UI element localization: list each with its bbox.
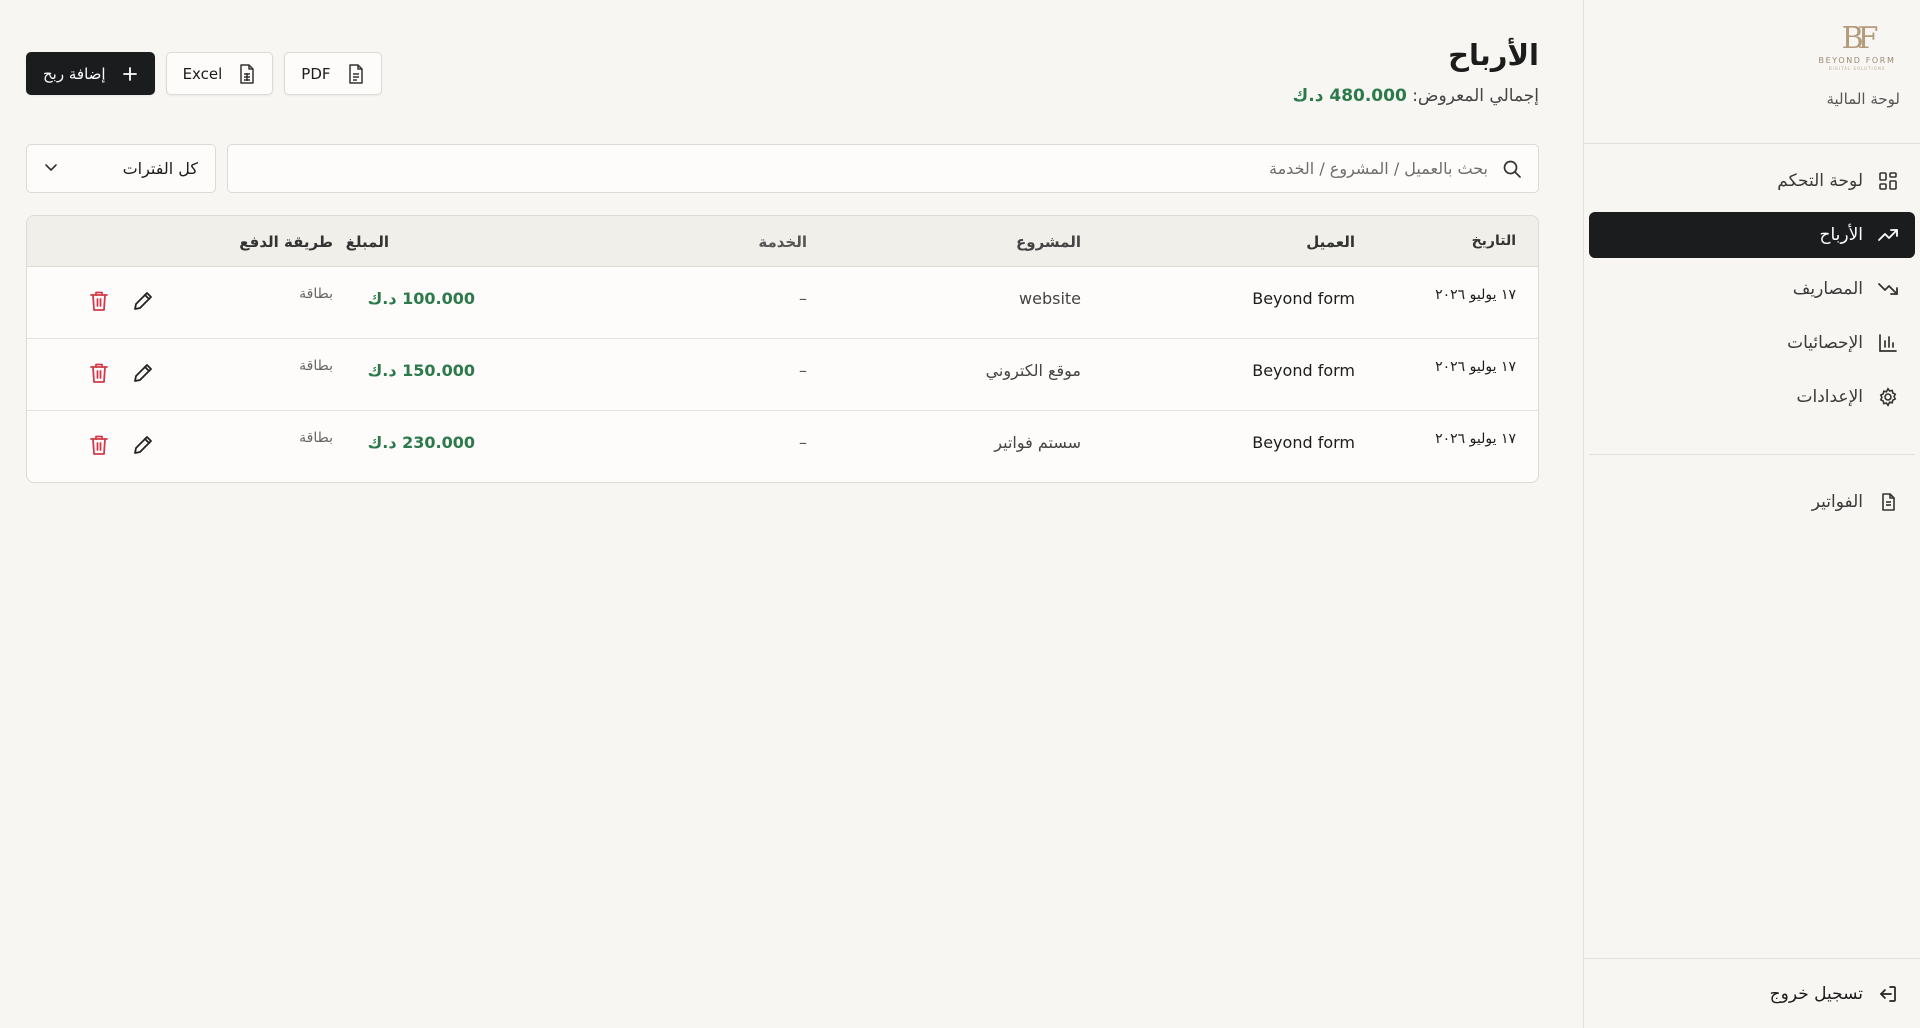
period-selected-value: كل الفترات xyxy=(122,159,198,178)
sidebar-brand: BF BEYOND FORM DIGITAL SOLUTIONS لوحة ال… xyxy=(1584,0,1920,144)
chevron-down-icon xyxy=(44,159,58,178)
cell-client: Beyond form xyxy=(1252,433,1355,452)
cell-amount: 150.000 د.ك xyxy=(367,361,475,380)
sidebar-item-settings[interactable]: الإعدادات xyxy=(1589,374,1915,420)
trending-up-icon xyxy=(1877,224,1899,246)
cell-method: بطاقة xyxy=(299,358,333,374)
sidebar-item-expenses[interactable]: المصاريف xyxy=(1589,266,1915,312)
cell-date: ١٧ يوليو ٢٠٢٦ xyxy=(1435,431,1516,447)
cell-date: ١٧ يوليو ٢٠٢٦ xyxy=(1435,287,1516,303)
bar-chart-icon xyxy=(1877,332,1899,354)
column-header-service[interactable]: الخدمة xyxy=(758,233,807,251)
sidebar-item-label: لوحة التحكم xyxy=(1777,171,1863,191)
cell-service: – xyxy=(799,289,807,308)
add-profit-label: إضافة ربح xyxy=(43,64,106,83)
column-header-project[interactable]: المشروع xyxy=(1016,233,1081,251)
row-actions xyxy=(87,361,155,385)
delete-icon[interactable] xyxy=(87,289,111,313)
document-icon xyxy=(1877,491,1899,513)
spreadsheet-icon xyxy=(238,63,256,84)
sidebar-item-invoices[interactable]: الفواتير xyxy=(1589,479,1915,525)
sidebar: BF BEYOND FORM DIGITAL SOLUTIONS لوحة ال… xyxy=(1583,0,1920,1028)
edit-pencil-icon[interactable] xyxy=(131,289,155,313)
logout-label: تسجيل خروج xyxy=(1769,983,1863,1004)
delete-icon[interactable] xyxy=(87,433,111,457)
cell-method: بطاقة xyxy=(299,286,333,302)
total-value: 480.000 د.ك xyxy=(1292,86,1407,106)
period-select[interactable]: كل الفترات xyxy=(26,144,216,193)
cell-client: Beyond form xyxy=(1252,361,1355,380)
export-pdf-button[interactable]: PDF xyxy=(284,52,382,95)
cell-amount: 100.000 د.ك xyxy=(367,289,475,308)
logo-mark: BF xyxy=(1841,21,1879,56)
sidebar-item-dashboard[interactable]: لوحة التحكم xyxy=(1589,158,1915,204)
sidebar-item-label: الفواتير xyxy=(1811,492,1863,512)
column-header-method[interactable]: طريقة الدفع xyxy=(239,233,333,251)
search-icon xyxy=(1500,158,1522,180)
table-header: التاريخ العميل المشروع الخدمة المبلغ طري… xyxy=(27,216,1538,267)
logo-word: BEYOND FORM xyxy=(1818,56,1896,65)
cell-service: – xyxy=(799,361,807,380)
dashboard-grid-icon xyxy=(1877,170,1899,192)
table-row: ١٧ يوليو ٢٠٢٦ Beyond form موقع الكتروني … xyxy=(27,339,1538,411)
row-actions xyxy=(87,289,155,313)
row-actions xyxy=(87,433,155,457)
search-input[interactable] xyxy=(244,159,1488,178)
delete-icon[interactable] xyxy=(87,361,111,385)
column-header-amount[interactable]: المبلغ xyxy=(346,233,389,251)
pdf-label: PDF xyxy=(301,64,331,83)
app-root: BF BEYOND FORM DIGITAL SOLUTIONS لوحة ال… xyxy=(0,0,1920,1028)
sidebar-item-label: الأرباح xyxy=(1819,225,1863,245)
table-row: ١٧ يوليو ٢٠٢٦ Beyond form website – 100.… xyxy=(27,267,1538,339)
sidebar-item-profits[interactable]: الأرباح xyxy=(1589,212,1915,258)
total-label: إجمالي المعروض: xyxy=(1412,86,1539,106)
page-title: الأرباح xyxy=(1448,38,1539,72)
trending-down-icon xyxy=(1877,278,1899,300)
excel-label: Excel xyxy=(182,64,223,83)
cell-client: Beyond form xyxy=(1252,289,1355,308)
export-excel-button[interactable]: Excel xyxy=(165,52,274,95)
add-profit-button[interactable]: إضافة ربح xyxy=(26,52,155,95)
total-summary: إجمالي المعروض: 480.000 د.ك xyxy=(1293,86,1539,106)
logout-icon xyxy=(1877,983,1899,1005)
plus-icon xyxy=(122,66,138,82)
column-header-date[interactable]: التاريخ xyxy=(1472,233,1516,249)
logo-sub: DIGITAL SOLUTIONS xyxy=(1828,66,1886,71)
document-icon xyxy=(347,63,365,84)
sidebar-item-label: الإعدادات xyxy=(1796,387,1863,407)
cell-amount: 230.000 د.ك xyxy=(367,433,475,452)
sidebar-item-label: الإحصائيات xyxy=(1787,333,1863,353)
logout-button[interactable]: تسجيل خروج xyxy=(1583,958,1920,1028)
cell-project: سستم فواتير xyxy=(994,433,1081,452)
cell-project: website xyxy=(1019,289,1081,308)
cell-project: موقع الكتروني xyxy=(985,361,1081,380)
sidebar-item-statistics[interactable]: الإحصائيات xyxy=(1589,320,1915,366)
edit-pencil-icon[interactable] xyxy=(131,361,155,385)
cell-date: ١٧ يوليو ٢٠٢٦ xyxy=(1435,359,1516,375)
sidebar-item-label: المصاريف xyxy=(1792,279,1863,299)
column-header-client[interactable]: العميل xyxy=(1306,233,1355,251)
table-row: ١٧ يوليو ٢٠٢٦ Beyond form سستم فواتير – … xyxy=(27,411,1538,482)
gear-icon xyxy=(1877,386,1899,408)
edit-pencil-icon[interactable] xyxy=(131,433,155,457)
sidebar-nav: لوحة التحكم الأرباح المصاريف الإحصائيات xyxy=(1584,144,1920,525)
profits-table: التاريخ العميل المشروع الخدمة المبلغ طري… xyxy=(26,215,1539,483)
cell-method: بطاقة xyxy=(299,430,333,446)
brand-subtitle: لوحة المالية xyxy=(1826,90,1900,108)
brand-logo: BF BEYOND FORM DIGITAL SOLUTIONS xyxy=(1814,22,1900,80)
cell-service: – xyxy=(799,433,807,452)
main-content: الأرباح إجمالي المعروض: 480.000 د.ك إضاف… xyxy=(0,0,1583,1028)
search-box xyxy=(227,144,1539,193)
sidebar-divider xyxy=(1589,454,1915,455)
toolbar-actions: إضافة ربح Excel PDF xyxy=(26,52,382,95)
